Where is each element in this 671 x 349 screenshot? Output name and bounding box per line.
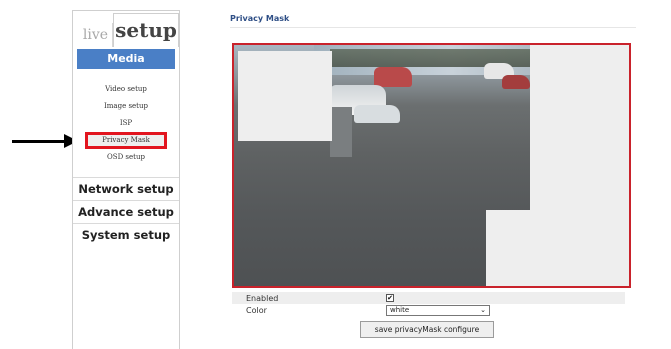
sidebar-item-isp[interactable]: ISP [73,115,179,132]
sidebar-item-video-setup[interactable]: Video setup [73,81,179,98]
color-label: Color [246,305,267,315]
color-row: Color white ⌄ [232,304,625,316]
enabled-row: Enabled ✔ [232,292,625,304]
sidebar-item-image-setup[interactable]: Image setup [73,98,179,115]
enabled-label: Enabled [246,293,279,303]
mode-tabs: live setup [73,11,179,47]
privacy-mask-region[interactable] [530,45,629,210]
sidebar-section-network-setup[interactable]: Network setup [73,177,179,200]
tab-setup[interactable]: setup [113,13,179,47]
save-privacy-mask-button[interactable]: save privacyMask configure [360,321,494,338]
privacy-mask-form: Enabled ✔ Color white ⌄ [232,292,625,316]
title-divider [230,27,636,28]
video-wall [330,107,352,157]
privacy-mask-region[interactable] [238,51,332,141]
color-select[interactable]: white ⌄ [386,304,490,316]
video-car [502,75,530,89]
media-submenu: Video setup Image setup ISP Privacy Mask… [73,81,179,166]
sidebar-section-system-setup[interactable]: System setup [73,223,179,246]
sidebar-item-privacy-mask[interactable]: Privacy Mask [85,132,167,149]
sidebar-section-advance-setup[interactable]: Advance setup [73,200,179,223]
video-car [374,67,412,87]
video-preview[interactable] [232,43,631,288]
enabled-checkbox[interactable]: ✔ [386,294,394,302]
page-title: Privacy Mask [230,14,290,23]
tab-live[interactable]: live [79,23,113,47]
privacy-mask-region[interactable] [486,210,629,286]
color-select-value: white [390,305,410,314]
sidebar: live setup Media Video setup Image setup… [72,10,180,349]
video-car [354,105,400,123]
sidebar-header-media[interactable]: Media [77,49,175,69]
sidebar-item-osd-setup[interactable]: OSD setup [73,149,179,166]
chevron-down-icon: ⌄ [480,305,486,314]
